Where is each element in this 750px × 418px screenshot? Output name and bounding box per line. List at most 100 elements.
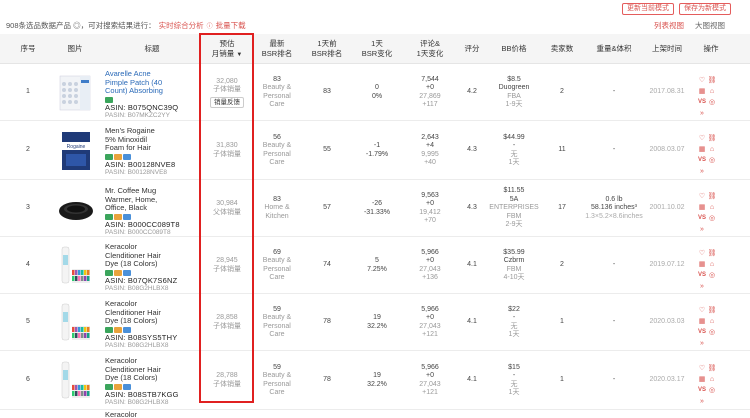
link-icon[interactable]: ⛓ (707, 76, 717, 85)
bsr-category: Personal Care (263, 322, 291, 339)
lock-icon[interactable]: ⌂ (707, 145, 717, 154)
grid-view-tab[interactable]: 大图视图 (695, 20, 725, 31)
price-value: $22 (508, 305, 520, 313)
parent-asin-text[interactable]: PASIN: B08G2HLBX8 (105, 285, 201, 294)
expand-icon[interactable]: » (697, 167, 707, 176)
compare-icon[interactable]: VS (697, 271, 707, 280)
chart-icon[interactable]: ▦ (697, 260, 707, 269)
review-change: +4 (426, 142, 434, 149)
chart-icon[interactable]: ▦ (697, 375, 707, 384)
favorite-icon[interactable]: ♡ (697, 249, 707, 258)
chart-icon[interactable]: ▦ (697, 145, 707, 154)
bulk-download-link[interactable]: 批量下载 (216, 21, 246, 30)
col-price[interactable]: BB价格 (492, 34, 536, 64)
bsr-change-value: 19 (373, 372, 381, 379)
row-index: 3 (26, 204, 30, 212)
table-header: 序号 图片 标题 预估 月销量 ▼ 最新 BSR排名 1天前 BSR排名 1天 BSR变… (0, 34, 750, 64)
seller-count: 17 (558, 204, 566, 212)
target-icon[interactable]: ◎ (707, 214, 717, 223)
review-change: +0 (426, 257, 434, 264)
product-title-line[interactable]: Count) Absorbing (105, 86, 201, 96)
product-image[interactable]: Rogaine (56, 128, 96, 174)
target-icon[interactable]: ◎ (707, 271, 717, 280)
target-icon[interactable]: ◎ (707, 386, 717, 395)
product-image[interactable] (56, 243, 96, 289)
lock-icon[interactable]: ⌂ (707, 87, 717, 96)
parent-asin-text[interactable]: PASIN: B08G2HLBX8 (105, 399, 201, 408)
asin-text[interactable]: ASIN: B08STB7KGG (105, 390, 201, 400)
compare-icon[interactable]: VS (697, 98, 707, 107)
price-value: $35.99 (503, 248, 525, 256)
parent-asin-text[interactable]: PASIN: B07MKZC2YY (105, 112, 201, 121)
save-new-mode-button[interactable]: 保存为新模式 (679, 3, 731, 15)
bsr-category: Personal Care (263, 92, 291, 109)
chart-icon[interactable]: ▦ (697, 203, 707, 212)
link-icon[interactable]: ⛓ (707, 306, 717, 315)
product-image[interactable] (56, 300, 96, 346)
col-reviews[interactable]: 评论& 1天变化 (408, 34, 452, 64)
target-icon[interactable]: ◎ (707, 156, 717, 165)
sellers-cell: 1 (542, 294, 582, 351)
expand-icon[interactable]: » (697, 225, 707, 234)
target-icon[interactable]: ◎ (707, 328, 717, 337)
link-icon[interactable]: ⛓ (707, 134, 717, 143)
parent-asin-text[interactable]: PASIN: B00128NVE8 (105, 169, 201, 178)
expand-icon[interactable]: » (697, 282, 707, 291)
expand-icon[interactable]: » (697, 397, 707, 406)
realtime-analysis-link[interactable]: 实时综合分析 (159, 21, 204, 30)
lock-icon[interactable]: ⌂ (707, 260, 717, 269)
favorite-icon[interactable]: ♡ (697, 306, 707, 315)
lock-icon[interactable]: ⌂ (707, 203, 717, 212)
col-bsr-1d[interactable]: 1天前 BSR排名 (305, 34, 349, 64)
summary-text: 选品数据产品 ◎，可对搜索结果进行： (26, 21, 156, 30)
expand-icon[interactable]: » (697, 109, 707, 118)
review-change: +0 (426, 84, 434, 91)
product-image[interactable] (56, 186, 96, 232)
lock-icon[interactable]: ⌂ (707, 375, 717, 384)
badge-icon (105, 326, 113, 333)
seller-count: 1 (560, 376, 564, 384)
link-icon[interactable]: ⛓ (707, 192, 717, 201)
bsr-change-percent: 7.25% (367, 265, 387, 273)
favorite-icon[interactable]: ♡ (697, 76, 707, 85)
col-bsr-change[interactable]: 1天 BSR变化 (355, 34, 399, 64)
list-view-tab[interactable]: 列表视图 (654, 20, 684, 31)
bsr-category: Beauty & (262, 142, 292, 149)
bsr-1d-cell: 57 (305, 180, 349, 237)
chart-icon[interactable]: ▦ (697, 317, 707, 326)
col-weight[interactable]: 重量&体积 (588, 34, 640, 64)
favorite-icon[interactable]: ♡ (697, 134, 707, 143)
col-rating[interactable]: 评分 (457, 34, 487, 64)
asin-text[interactable]: ASIN: B07QK7S6NZ (105, 276, 201, 286)
asin-text[interactable]: ASIN: B000CC089T8 (105, 220, 201, 230)
seller-count: 2 (560, 261, 564, 269)
badge-icon (105, 96, 113, 103)
toolbar: 908条选品数据产品 ◎，可对搜索结果进行： 实时综合分析 ⓘ 批量下载 更新当前模式… (0, 0, 750, 34)
col-bsr[interactable]: 最新 BSR排名 (255, 34, 299, 64)
asin-text[interactable]: ASIN: B075QNC39Q (105, 103, 201, 113)
chart-icon[interactable]: ▦ (697, 87, 707, 96)
link-icon[interactable]: ⛓ (707, 249, 717, 258)
favorite-icon[interactable]: ♡ (697, 192, 707, 201)
compare-icon[interactable]: VS (697, 156, 707, 165)
link-icon[interactable]: ⛓ (707, 364, 717, 373)
lock-icon[interactable]: ⌂ (707, 317, 717, 326)
product-image[interactable] (56, 358, 96, 404)
expand-icon[interactable]: » (697, 339, 707, 348)
target-icon[interactable]: ◎ (707, 98, 717, 107)
parent-asin-text[interactable]: PASIN: B08G2HLBX8 (105, 342, 201, 351)
row-index-cell: 1 (14, 64, 42, 121)
asin-text[interactable]: ASIN: B00128NVE8 (105, 160, 201, 170)
favorite-icon[interactable]: ♡ (697, 364, 707, 373)
compare-icon[interactable]: VS (697, 214, 707, 223)
col-listed[interactable]: 上架时间 (643, 34, 691, 64)
listed-cell: 2019.07.12 (643, 237, 691, 294)
rating-change: +136 (422, 274, 438, 281)
asin-text[interactable]: ASIN: B08SYS5THY (105, 333, 201, 343)
update-mode-button[interactable]: 更新当前模式 (622, 3, 674, 15)
product-image[interactable] (56, 70, 96, 116)
compare-icon[interactable]: VS (697, 386, 707, 395)
rating-count: 27,043 (419, 380, 441, 388)
compare-icon[interactable]: VS (697, 328, 707, 337)
col-sellers[interactable]: 卖家数 (542, 34, 582, 64)
